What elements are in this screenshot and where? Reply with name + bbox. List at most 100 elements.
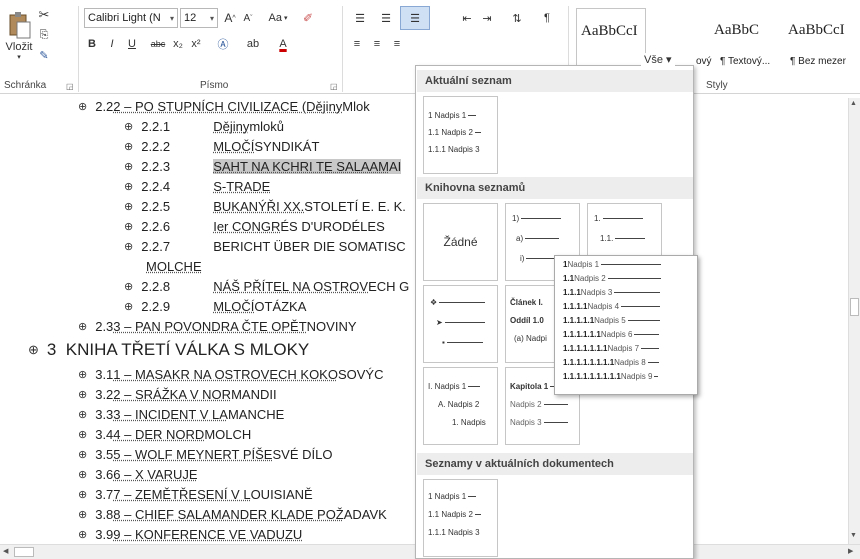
cut-button[interactable]: ✂ <box>36 6 52 24</box>
align-left-button[interactable]: ≡ <box>348 34 366 54</box>
list-item[interactable]: ⊕ 2.3 3 – PAN POVONDRA ČTE OPĚT NOVINY <box>78 316 357 336</box>
filter-select[interactable]: Vše ▾ <box>641 53 675 66</box>
increase-indent-button[interactable]: ⇥ <box>478 8 496 28</box>
list-item[interactable]: ⊕ 3.5 5 – WOLF MEYNERT PÍŠE SVÉ DÍLO <box>78 444 332 464</box>
italic-button[interactable]: I <box>104 34 120 54</box>
flyout-label: Nadpis 1 <box>567 260 600 269</box>
paste-button[interactable]: Vložit ▾ <box>4 6 34 66</box>
list-item[interactable]: ⊕ 2.2.1 Dějiny mloků <box>124 116 284 136</box>
expand-icon[interactable]: ⊕ <box>28 342 39 358</box>
list-item[interactable]: ⊕ 3.8 8 – CHIEF SALAMANDER KLADE POŽ ADAVK <box>78 504 387 524</box>
list-item[interactable]: ⊕ 2.2.2 MLOČÍ SYNDIKÁT <box>124 136 319 156</box>
clear-formatting-button[interactable]: ✐ <box>298 8 318 28</box>
change-case-button[interactable]: Aa ▾ <box>262 8 294 28</box>
expand-icon[interactable]: ⊕ <box>78 428 87 441</box>
clipboard-launcher-icon[interactable]: ◲ <box>66 82 74 91</box>
eraser-icon: ✐ <box>302 11 314 25</box>
scroll-thumb[interactable] <box>14 547 34 557</box>
heading-text: 1 – MASAKR NA OSTROVECH KOKO <box>113 366 338 382</box>
expand-icon[interactable]: ⊕ <box>124 140 133 153</box>
align-center-button[interactable]: ≡ <box>368 34 386 54</box>
style-normal[interactable]: AaBbCcI <box>576 8 646 72</box>
none-label: Žádné <box>443 235 478 249</box>
expand-icon[interactable]: ⊕ <box>78 448 87 461</box>
expand-icon[interactable]: ⊕ <box>78 368 87 381</box>
expand-icon[interactable]: ⊕ <box>124 300 133 313</box>
list-style-document[interactable]: 1 Nadpis 1 1.1 Nadpis 2 1.1.1 Nadpis 3 <box>423 479 498 557</box>
font-size-select[interactable]: 12 ▾ <box>180 8 218 28</box>
font-color-button[interactable]: A <box>270 34 296 54</box>
list-style-bullets[interactable]: ❖ ➤ ▪ <box>423 285 498 363</box>
list-item[interactable]: ⊕ 3.6 6 – X VARUJE <box>78 464 198 484</box>
align-right-button[interactable]: ≡ <box>388 34 406 54</box>
highlight-button[interactable]: ab <box>240 34 266 54</box>
list-item[interactable]: ⊕ 3.9 9 – KONFERENCE VE VADUZU <box>78 524 302 544</box>
text-effects-button[interactable]: Ⓐ <box>212 34 234 54</box>
expand-icon[interactable]: ⊕ <box>124 180 133 193</box>
superscript-button[interactable]: x² <box>188 34 204 54</box>
copy-button[interactable]: ⎘ <box>36 26 52 44</box>
font-name-value: Calibri Light (N <box>88 12 161 24</box>
thumb-text: A. Nadpis 2 <box>438 400 480 409</box>
list-item[interactable]: ⊕ 2.2.7 BERICHT ÜBER DIE SOMATISC <box>124 236 406 256</box>
sort-button[interactable]: ⇅ <box>508 8 526 28</box>
expand-icon[interactable]: ⊕ <box>78 388 87 401</box>
subscript-button[interactable]: x₂ <box>170 34 186 54</box>
multilevel-list-button[interactable]: ☰ <box>400 6 430 30</box>
grow-font-button[interactable]: A ^ <box>222 8 238 28</box>
styles-group-label: Styly <box>706 80 728 91</box>
shrink-font-button[interactable]: Aˇ <box>240 8 256 28</box>
list-style-none[interactable]: Žádné <box>423 203 498 281</box>
list-style-roman[interactable]: I. Nadpis 1 A. Nadpis 2 1. Nadpis <box>423 367 498 445</box>
heading-text: BERICHT ÜBER DIE SOMATISC <box>213 238 406 254</box>
chevron-down-icon: ▾ <box>283 15 288 22</box>
list-item[interactable]: ⊕ 2.2.4 S-TRADE <box>124 176 270 196</box>
expand-icon[interactable]: ⊕ <box>78 508 87 521</box>
list-style-current[interactable]: 1 Nadpis 1 1.1 Nadpis 2 1.1.1 Nadpis 3 <box>423 96 498 174</box>
expand-icon[interactable]: ⊕ <box>124 280 133 293</box>
scroll-down-icon[interactable]: ▼ <box>850 532 857 539</box>
font-launcher-icon[interactable]: ◲ <box>330 82 338 91</box>
list-item[interactable]: ⊕ 3.1 1 – MASAKR NA OSTROVECH KOKO SOVÝC <box>78 364 383 384</box>
heading-number: 2.2.5 <box>141 198 171 214</box>
list-item[interactable]: ⊕ 3.7 7 – ZEMĚTŘESENÍ V L OUISIANĚ <box>78 484 313 504</box>
expand-icon[interactable]: ⊕ <box>78 100 87 113</box>
strikethrough-button[interactable]: abc <box>148 34 168 54</box>
scroll-thumb[interactable] <box>850 298 859 316</box>
scroll-up-icon[interactable]: ▲ <box>850 100 857 107</box>
flyout-number: 1.1.1 <box>563 288 581 297</box>
list-item[interactable]: ⊕ 3.3 3 – INCIDENT V LA MANCHE <box>78 404 284 424</box>
list-item[interactable]: ⊕ 2.2.5 BUKANÝŘI XX. STOLETÍ E. E. K. <box>124 196 406 216</box>
expand-icon[interactable]: ⊕ <box>78 488 87 501</box>
list-item[interactable]: ⊕ 2.2.8 NÁŠ PŘÍTEL NA OSTROV ECH G <box>124 276 409 296</box>
list-item[interactable]: ⊕ 2.2.9 MLOČÍ OTÁZKA <box>124 296 306 316</box>
decrease-indent-button[interactable]: ⇤ <box>458 8 476 28</box>
font-name-select[interactable]: Calibri Light (N ▾ <box>84 8 178 28</box>
vertical-scrollbar[interactable]: ▲ ▼ <box>848 98 860 544</box>
numbering-button[interactable]: ☰ <box>374 8 398 28</box>
expand-icon[interactable]: ⊕ <box>78 320 87 333</box>
thumb-line: 1.1. <box>600 234 646 243</box>
expand-icon[interactable]: ⊕ <box>124 120 133 133</box>
scroll-right-icon[interactable]: ▶ <box>848 547 853 555</box>
list-item[interactable]: ⊕ 3.2 2 – SRÁŽKA V NOR MANDII <box>78 384 277 404</box>
chapter-heading[interactable]: ⊕ 3 KNIHA TŘETÍ VÁLKA S MLOKY <box>28 338 309 362</box>
thumb-line: Nadpis 3 <box>510 418 568 427</box>
list-item[interactable]: ⊕ 2.2 2 – PO STUPNÍCH CIVILIZACE (Dějiny M… <box>78 96 370 116</box>
expand-icon[interactable]: ⊕ <box>78 528 87 541</box>
scroll-left-icon[interactable]: ◀ <box>3 547 8 555</box>
expand-icon[interactable]: ⊕ <box>124 240 133 253</box>
bold-button[interactable]: B <box>84 34 100 54</box>
list-item[interactable]: ⊕ 2.2.6 Ier CONGR ÉS D'URODÉLES <box>124 216 385 236</box>
expand-icon[interactable]: ⊕ <box>78 468 87 481</box>
show-marks-button[interactable]: ¶ <box>538 8 556 28</box>
list-item[interactable]: ⊕ 2.2.3 SAHT NA KCHRI TE SALAAM AI <box>124 156 402 176</box>
bullets-button[interactable]: ☰ <box>348 8 372 28</box>
expand-icon[interactable]: ⊕ <box>124 160 133 173</box>
list-item[interactable]: ⊕ 3.4 4 – DER NORD MOLCH <box>78 424 251 444</box>
expand-icon[interactable]: ⊕ <box>124 220 133 233</box>
format-painter-button[interactable]: ✎ <box>36 46 52 64</box>
expand-icon[interactable]: ⊕ <box>78 408 87 421</box>
underline-button[interactable]: U <box>124 34 140 54</box>
expand-icon[interactable]: ⊕ <box>124 200 133 213</box>
